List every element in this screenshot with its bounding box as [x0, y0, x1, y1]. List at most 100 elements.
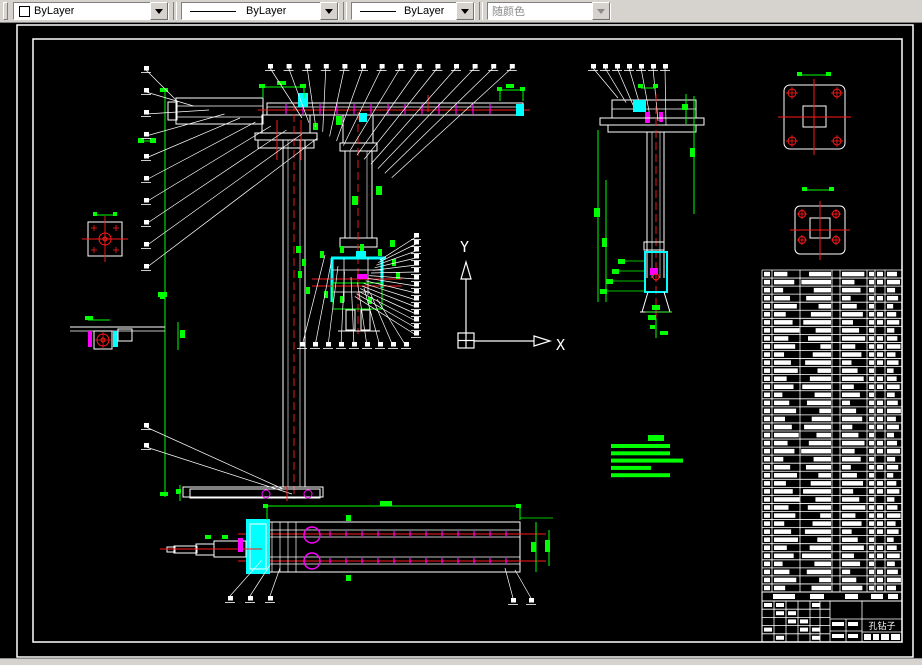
drawing-primitive: [848, 622, 858, 626]
drawing-primitive: [842, 416, 863, 422]
drawing-primitive: [887, 473, 894, 478]
drawing-primitive: [497, 87, 502, 91]
drawing-primitive: [887, 416, 896, 422]
drawing-primitive: [887, 360, 899, 365]
drawing-primitive: [113, 331, 118, 347]
drawing-primitive: [877, 585, 883, 591]
drawing-primitive: [764, 352, 770, 357]
drawing-primitive: [774, 328, 800, 333]
drawing-primitive: [869, 473, 874, 478]
drawing-primitive: [877, 489, 883, 494]
drawing-primitive: [842, 304, 857, 309]
drawing-primitive: [370, 271, 417, 274]
drawing-primitive: [774, 368, 798, 373]
drawing-primitive: [869, 400, 874, 406]
drawing-primitive: [801, 279, 831, 285]
drawing-primitive: [660, 331, 668, 335]
drawing-primitive: [869, 561, 874, 567]
drawing-primitive: [764, 448, 770, 454]
drawing-primitive: [887, 400, 898, 406]
drawing-primitive: [887, 585, 896, 591]
drawing-primitive: [803, 489, 831, 494]
drawing-primitive: [877, 569, 883, 575]
drawing-primitive: [322, 67, 327, 132]
drawing-primitive: [774, 553, 794, 559]
drawing-primitive: [842, 271, 865, 277]
drawing-primitive: [809, 545, 831, 550]
drawing-primitive: [802, 553, 831, 559]
drawing-primitive: [774, 537, 798, 542]
drawing-primitive: [887, 529, 899, 534]
drawing-canvas[interactable]: X Y 孔钻子: [0, 0, 922, 665]
drawing-primitive: [659, 112, 663, 122]
drawing-primitive: [228, 596, 233, 601]
drawing-primitive: [268, 64, 273, 69]
drawing-primitive: [800, 627, 808, 632]
drawing-primitive: [145, 426, 284, 490]
drawing-primitive: [869, 577, 874, 583]
drawing-primitive: [764, 577, 770, 583]
autocad-window: ByLayer ByLayer ByLayer 随颜色 X Y 孔钻子: [0, 0, 922, 665]
drawing-primitive: [764, 561, 770, 567]
drawing-primitive: [801, 448, 831, 454]
drawing-primitive: [611, 465, 651, 470]
drawing-primitive: [144, 66, 149, 71]
drawing-primitive: [774, 312, 786, 317]
drawing-primitive: [877, 505, 883, 510]
drawing-primitive: [414, 247, 419, 252]
drawing-primitive: [877, 344, 883, 349]
drawing-primitive: [877, 271, 883, 277]
drawing-primitive: [690, 148, 695, 157]
drawing-primitive: [145, 137, 318, 269]
drawing-primitive: [774, 545, 787, 550]
drawing-primitive: [842, 569, 851, 575]
drawing-primitive: [764, 376, 770, 381]
drawing-primitive: [842, 448, 855, 454]
drawing-primitive: [356, 251, 366, 257]
drawing-primitive: [296, 246, 301, 253]
drawing-primitive: [300, 84, 306, 88]
drawing-primitive: [764, 400, 770, 406]
drawing-primitive: [618, 259, 625, 264]
drawing-primitive: [877, 553, 883, 559]
drawing-primitive: [531, 542, 536, 552]
drawing-primitive: [414, 233, 419, 238]
drawing-primitive: [845, 594, 858, 599]
drawing-primitive: [350, 276, 355, 347]
drawing-primitive: [804, 529, 831, 534]
drawing-primitive: [842, 279, 855, 285]
drawing-primitive: [869, 545, 874, 550]
drawing-primitive: [460, 259, 472, 280]
drawing-primitive: [369, 275, 417, 280]
drawing-primitive: [832, 622, 844, 626]
drawing-primitive: [869, 271, 874, 277]
drawing-primitive: [842, 312, 863, 317]
drawing-primitive: [268, 596, 273, 601]
drawing-primitive: [764, 440, 770, 446]
drawing-primitive: [805, 465, 831, 470]
drawing-primitive: [877, 416, 883, 422]
drawing-primitive: [887, 513, 901, 518]
drawing-primitive: [869, 456, 874, 462]
ucs-y-label: Y: [460, 238, 469, 256]
drawing-primitive: [869, 328, 874, 333]
drawing-primitive: [545, 540, 550, 552]
drawing-primitive: [887, 481, 897, 486]
drawing-primitive: [805, 360, 831, 365]
drawing-primitive: [764, 416, 770, 422]
drawing-primitive: [774, 336, 789, 341]
drawing-primitive: [764, 344, 770, 349]
drawing-primitive: [320, 251, 324, 258]
ucs-icon: [457, 259, 553, 349]
drawing-primitive: [810, 594, 824, 599]
drawing-primitive: [806, 400, 831, 406]
drawing-primitive: [887, 424, 899, 430]
drawing-primitive: [869, 304, 874, 309]
drawing-primitive: [774, 287, 784, 293]
drawing-primitive: [306, 287, 310, 294]
drawing-primitive: [887, 312, 897, 317]
drawing-primitive: [774, 279, 795, 285]
drawing-primitive: [764, 529, 770, 534]
drawing-primitive: [877, 376, 883, 381]
drawing-primitive: [814, 561, 831, 567]
